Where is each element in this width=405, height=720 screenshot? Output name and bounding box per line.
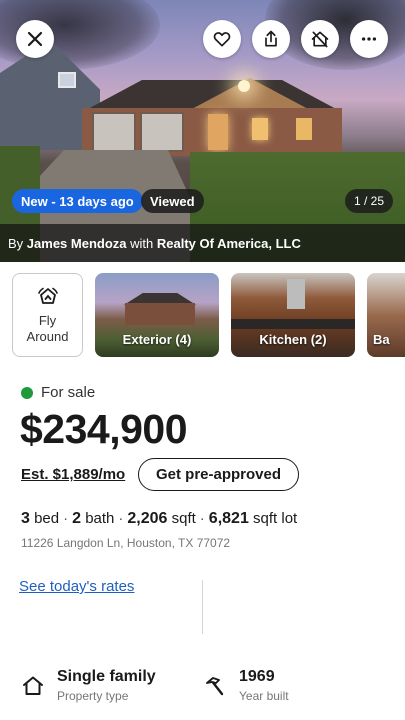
hammer-icon [206, 677, 224, 696]
agent-with: with [130, 236, 154, 251]
year-built-label: Year built [239, 689, 289, 703]
share-icon [265, 30, 277, 47]
status-label: For sale [41, 384, 96, 401]
share-button[interactable] [252, 20, 290, 58]
listing-price: $234,900 [20, 406, 188, 452]
photo-category-kitchen[interactable]: Kitchen (2) [231, 273, 355, 357]
photo-category-label: Ba [373, 332, 390, 347]
see-rates-link[interactable]: See today's rates [19, 578, 134, 595]
new-listing-badge: New - 13 days ago [12, 189, 143, 213]
photo-category-bath[interactable]: Ba [367, 273, 405, 357]
property-type-value: Single family [57, 668, 156, 685]
beds-count: 3 [21, 510, 30, 527]
estimated-payment-link[interactable]: Est. $1,889/mo [21, 466, 125, 483]
hero-window [252, 118, 268, 140]
listing-status: For sale [21, 384, 95, 401]
agent-prefix: By [8, 236, 24, 251]
status-dot [21, 386, 33, 399]
more-icon [361, 37, 377, 41]
separator: · [63, 510, 69, 527]
photo-category-label: Kitchen (2) [259, 332, 327, 347]
hero-window [296, 118, 312, 140]
viewed-badge: Viewed [141, 189, 204, 213]
baths-count: 2 [72, 510, 82, 527]
drone-icon [37, 287, 58, 304]
exterior-thumb-house [125, 303, 195, 325]
photo-counter: 1 / 25 [344, 189, 393, 213]
photo-category-label: Exterior (4) [122, 332, 192, 347]
separator: · [199, 510, 205, 527]
house-icon [23, 676, 43, 695]
hero-front-door [208, 114, 228, 150]
photo-carousel[interactable]: Fly Around Exterior (4) Kitchen (2) Ba [12, 273, 405, 357]
hero-garage-door [92, 112, 136, 152]
more-button[interactable] [350, 20, 388, 58]
close-button[interactable] [16, 20, 54, 58]
kitchen-thumb-hood [287, 279, 305, 309]
property-type-fact: Single family Property type [21, 667, 156, 705]
fly-around-button[interactable]: Fly Around [12, 273, 83, 357]
sqft-unit: sqft [171, 510, 196, 527]
close-icon [27, 31, 43, 47]
hero-neighbor-window [58, 72, 76, 88]
get-preapproved-button[interactable]: Get pre-approved [138, 458, 299, 491]
vertical-divider [202, 580, 203, 634]
heart-icon [213, 32, 231, 47]
photo-category-exterior[interactable]: Exterior (4) [95, 273, 219, 357]
baths-unit: bath [85, 510, 115, 527]
lot-unit: sqft lot [253, 510, 298, 527]
fly-around-label: Fly Around [26, 313, 69, 344]
hide-home-button[interactable] [301, 20, 339, 58]
year-built-fact: 1969 Year built [203, 667, 289, 705]
property-type-label: Property type [57, 689, 129, 703]
hero-porch-light [238, 80, 250, 92]
sqft-value: 2,206 [127, 510, 168, 527]
beds-unit: bed [34, 510, 60, 527]
favorite-button[interactable] [203, 20, 241, 58]
home-facts: 3 bed · 2 bath · 2,206 sqft · 6,821 sqft lot [21, 510, 297, 528]
listing-address: 11226 Langdon Ln, Houston, TX 77072 [21, 536, 231, 550]
agent-name: James Mendoza [26, 236, 127, 251]
agent-brokerage: Realty Of America, LLC [156, 236, 301, 251]
hero-garage-door [140, 112, 184, 152]
hide-home-icon [311, 31, 329, 48]
lot-value: 6,821 [208, 510, 249, 527]
kitchen-thumb-counter [231, 319, 355, 329]
separator: · [118, 510, 124, 527]
year-built-value: 1969 [239, 668, 275, 685]
agent-attribution: By James Mendoza with Realty Of America,… [8, 236, 301, 251]
